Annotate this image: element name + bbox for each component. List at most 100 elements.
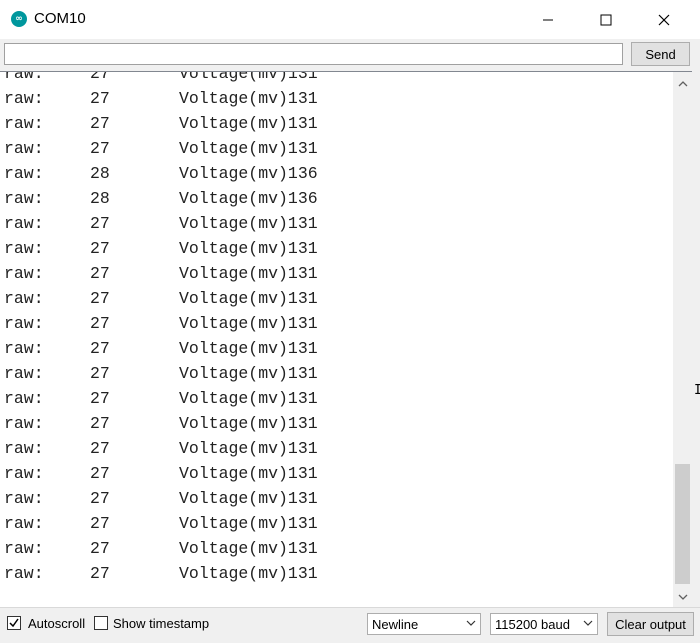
raw-label: raw: xyxy=(4,339,44,358)
autoscroll-label[interactable]: Autoscroll xyxy=(28,616,85,631)
output-line: raw: 28 Voltage(mv)136 xyxy=(4,161,318,186)
close-icon xyxy=(658,14,670,25)
raw-label: raw: xyxy=(4,514,44,533)
output-lines: raw: 27 Voltage(mv)131 raw: 27 Voltage(mv)131… xyxy=(4,71,318,586)
voltage-value: 131 xyxy=(287,514,318,533)
voltage-label: Voltage(mv) xyxy=(179,564,288,583)
checkmark-icon xyxy=(9,618,19,628)
raw-label: raw: xyxy=(4,464,44,483)
window-title: COM10 xyxy=(34,10,86,27)
autoscroll-checkbox[interactable] xyxy=(7,616,21,630)
arduino-infinity-icon: ∞ xyxy=(11,11,27,27)
voltage-label: Voltage(mv) xyxy=(179,539,288,558)
voltage-label: Voltage(mv) xyxy=(179,289,288,308)
raw-label: raw: xyxy=(4,239,44,258)
maximize-button[interactable] xyxy=(577,0,635,39)
output-line: raw: 27 Voltage(mv)131 xyxy=(4,361,318,386)
voltage-value: 131 xyxy=(287,214,318,233)
raw-label: raw: xyxy=(4,489,44,508)
voltage-value: 131 xyxy=(287,239,318,258)
raw-value: 27 xyxy=(90,114,110,133)
send-row: Send xyxy=(0,39,700,71)
raw-label: raw: xyxy=(4,71,44,83)
show-timestamp-checkbox[interactable] xyxy=(94,616,108,630)
raw-label: raw: xyxy=(4,114,44,133)
output-line: raw: 27 Voltage(mv)131 xyxy=(4,311,318,336)
serial-input[interactable] xyxy=(4,43,623,65)
line-ending-select[interactable]: Newline xyxy=(367,613,481,635)
minimize-icon xyxy=(543,19,553,20)
voltage-value: 131 xyxy=(287,364,318,383)
scroll-thumb[interactable] xyxy=(675,464,690,584)
output-line: raw: 27 Voltage(mv)131 xyxy=(4,461,318,486)
raw-label: raw: xyxy=(4,539,44,558)
raw-label: raw: xyxy=(4,289,44,308)
voltage-value: 136 xyxy=(287,164,318,183)
output-line: raw: 27 Voltage(mv)131 xyxy=(4,286,318,311)
raw-label: raw: xyxy=(4,439,44,458)
vertical-scrollbar[interactable] xyxy=(673,71,692,607)
voltage-label: Voltage(mv) xyxy=(179,389,288,408)
output-line: raw: 27 Voltage(mv)131 xyxy=(4,236,318,261)
raw-label: raw: xyxy=(4,214,44,233)
voltage-value: 131 xyxy=(287,314,318,333)
voltage-label: Voltage(mv) xyxy=(179,439,288,458)
voltage-value: 131 xyxy=(287,264,318,283)
voltage-label: Voltage(mv) xyxy=(179,139,288,158)
text-cursor-icon: I xyxy=(694,383,700,398)
raw-value: 27 xyxy=(90,289,110,308)
voltage-value: 131 xyxy=(287,389,318,408)
voltage-label: Voltage(mv) xyxy=(179,114,288,133)
show-timestamp-label[interactable]: Show timestamp xyxy=(113,616,209,631)
output-line: raw: 27 Voltage(mv)131 xyxy=(4,536,318,561)
raw-value: 27 xyxy=(90,389,110,408)
baud-rate-select[interactable]: 115200 baud xyxy=(490,613,598,635)
voltage-value: 131 xyxy=(287,289,318,308)
send-button[interactable]: Send xyxy=(631,42,690,66)
voltage-label: Voltage(mv) xyxy=(179,514,288,533)
output-line: raw: 27 Voltage(mv)131 xyxy=(4,561,318,586)
scroll-up-button[interactable] xyxy=(673,75,692,92)
voltage-label: Voltage(mv) xyxy=(179,89,288,108)
raw-label: raw: xyxy=(4,364,44,383)
voltage-value: 131 xyxy=(287,564,318,583)
chevron-down-icon xyxy=(583,620,593,626)
raw-value: 27 xyxy=(90,314,110,333)
voltage-label: Voltage(mv) xyxy=(179,71,288,83)
raw-value: 27 xyxy=(90,71,110,83)
voltage-value: 131 xyxy=(287,439,318,458)
voltage-label: Voltage(mv) xyxy=(179,314,288,333)
raw-value: 27 xyxy=(90,139,110,158)
output-line: raw: 27 Voltage(mv)131 xyxy=(4,486,318,511)
voltage-value: 136 xyxy=(287,189,318,208)
voltage-value: 131 xyxy=(287,114,318,133)
title-bar: ∞ COM10 xyxy=(0,0,700,39)
raw-value: 27 xyxy=(90,264,110,283)
bottom-bar: Autoscroll Show timestamp Newline 115200… xyxy=(0,607,700,643)
raw-label: raw: xyxy=(4,139,44,158)
scroll-down-button[interactable] xyxy=(673,588,692,605)
voltage-value: 131 xyxy=(287,539,318,558)
raw-value: 28 xyxy=(90,164,110,183)
raw-value: 27 xyxy=(90,414,110,433)
chevron-down-icon xyxy=(678,594,687,600)
output-line: raw: 28 Voltage(mv)136 xyxy=(4,186,318,211)
raw-value: 27 xyxy=(90,564,110,583)
serial-output[interactable]: raw: 27 Voltage(mv)131 raw: 27 Voltage(mv)131… xyxy=(0,71,673,607)
voltage-label: Voltage(mv) xyxy=(179,214,288,233)
voltage-value: 131 xyxy=(287,139,318,158)
raw-value: 27 xyxy=(90,489,110,508)
close-button[interactable] xyxy=(635,0,693,39)
voltage-label: Voltage(mv) xyxy=(179,414,288,433)
voltage-label: Voltage(mv) xyxy=(179,489,288,508)
raw-value: 27 xyxy=(90,214,110,233)
raw-value: 27 xyxy=(90,339,110,358)
voltage-label: Voltage(mv) xyxy=(179,239,288,258)
output-line: raw: 27 Voltage(mv)131 xyxy=(4,136,318,161)
clear-output-button[interactable]: Clear output xyxy=(607,612,694,636)
voltage-label: Voltage(mv) xyxy=(179,164,288,183)
raw-label: raw: xyxy=(4,189,44,208)
output-line: raw: 27 Voltage(mv)131 xyxy=(4,211,318,236)
minimize-button[interactable] xyxy=(519,0,577,39)
output-line: raw: 27 Voltage(mv)131 xyxy=(4,411,318,436)
